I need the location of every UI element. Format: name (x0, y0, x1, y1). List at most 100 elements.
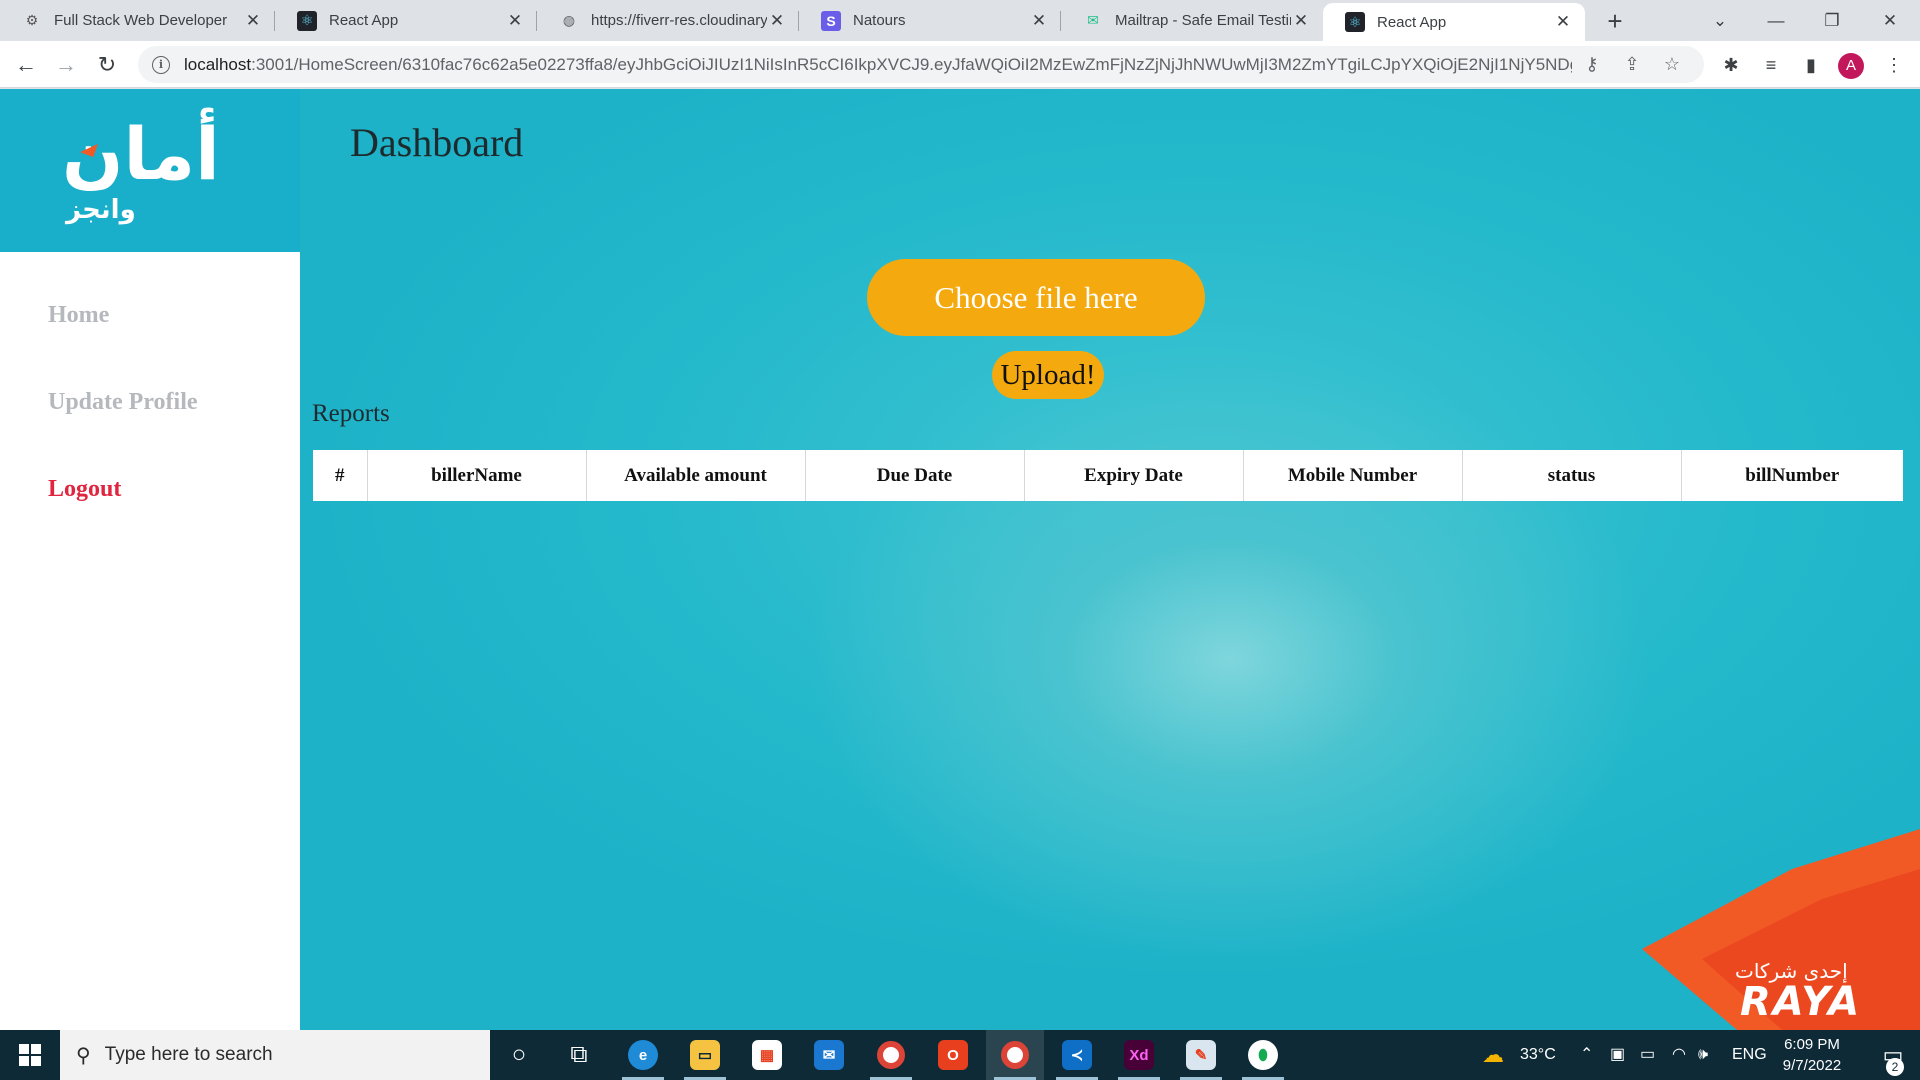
share-icon[interactable]: ⇪ (1612, 54, 1652, 75)
mailtrap-icon: ✉ (1087, 12, 1099, 28)
tab-title: Natours (853, 12, 906, 29)
column-header-due-date: Due Date (805, 450, 1025, 501)
tab-cloudinary[interactable]: ◍ https://fiverr-res.cloudinary ✕ (537, 0, 799, 41)
browser-toolbar: ← → ↻ i localhost:3001/HomeScreen/6310fa… (0, 41, 1920, 88)
sidebar-item-home[interactable]: Home (48, 302, 109, 329)
star-icon[interactable]: ☆ (1652, 54, 1692, 75)
site-info-icon[interactable]: i (152, 55, 170, 74)
side-panel-icon[interactable]: ▮ (1795, 49, 1827, 81)
volume-icon[interactable]: 🕪 (1698, 1030, 1708, 1080)
file-explorer-icon[interactable]: ▭ (676, 1030, 734, 1080)
mail-icon[interactable]: ✉ (800, 1030, 858, 1080)
close-icon[interactable]: ✕ (767, 11, 787, 31)
tab-fiverr[interactable]: ⚙ Full Stack Web Developer ✕ (0, 0, 275, 41)
column-header-mobile-number: Mobile Number (1243, 450, 1463, 501)
language-indicator[interactable]: ENG (1732, 1030, 1767, 1080)
weather-temperature[interactable]: 33°C (1520, 1030, 1556, 1080)
column-header-bill-number: billNumber (1745, 464, 1840, 486)
extensions-icon[interactable]: ✱ (1715, 49, 1747, 81)
new-tab-button[interactable]: + (1600, 6, 1630, 36)
tab-react-app-active[interactable]: ⚛ React App ✕ (1323, 3, 1585, 41)
clock-time: 6:09 PM (1784, 1036, 1840, 1053)
url-host: localhost (184, 54, 252, 74)
column-header-status: status (1462, 450, 1682, 501)
tab-title: React App (1377, 13, 1447, 31)
battery-icon[interactable]: ▭ (1640, 1030, 1655, 1080)
react-icon: ⚛ (297, 10, 317, 31)
url-text[interactable]: localhost:3001/HomeScreen/6310fac76c62a5… (184, 55, 1572, 75)
profile-avatar[interactable]: A (1838, 53, 1864, 79)
choose-file-button[interactable]: Choose file here (867, 259, 1205, 336)
paint-icon[interactable]: ✎ (1172, 1030, 1230, 1080)
table-header-row: # billerName Available amount Due Date E… (313, 450, 1903, 501)
close-icon[interactable]: ✕ (1029, 11, 1049, 31)
column-header-biller-name: billerName (367, 450, 587, 501)
chevron-up-icon[interactable]: ⌃ (1580, 1030, 1593, 1080)
tab-natours[interactable]: S Natours ✕ (799, 0, 1061, 41)
tab-title: Mailtrap - Safe Email Testin (1115, 12, 1291, 29)
url-path: :3001/HomeScreen/6310fac76c62a5e02273ffa… (251, 54, 1572, 74)
clock-date: 9/7/2022 (1782, 1057, 1842, 1074)
search-icon: ⚲ (76, 1044, 91, 1067)
close-icon[interactable]: ✕ (243, 11, 263, 31)
restore-button[interactable]: ❐ (1804, 0, 1860, 41)
close-icon[interactable]: ✕ (1291, 11, 1311, 31)
notification-count-badge: 2 (1886, 1058, 1904, 1076)
reports-heading: Reports (312, 400, 390, 427)
mongodb-compass-icon[interactable]: ⬮ (1234, 1030, 1292, 1080)
taskbar-clock[interactable]: 6:09 PM 9/7/2022 (1772, 1034, 1852, 1076)
reports-table-header: # billerName Available amount Due Date E… (313, 450, 1903, 501)
close-icon[interactable]: ✕ (505, 11, 525, 31)
taskbar-search-box[interactable]: ⚲ Type here to search (60, 1030, 490, 1080)
edge-icon[interactable]: e (614, 1030, 672, 1080)
fiverr-icon: ⚙ (25, 12, 39, 28)
media-control-icon[interactable]: ≡ (1755, 49, 1787, 81)
globe-icon: ◍ (562, 12, 576, 28)
sidebar: أمان وانجز Home Update Profile Logout (0, 89, 300, 1030)
browser-tab-strip: ⚙ Full Stack Web Developer ✕ ⚛ React App… (0, 0, 1920, 41)
weather-icon[interactable]: ☁ (1482, 1030, 1504, 1080)
store-icon[interactable]: ▦ (738, 1030, 796, 1080)
reports-table: # billerName Available amount Due Date E… (313, 450, 1903, 501)
page-title: Dashboard (350, 120, 524, 165)
raya-brand-logo: RAYA (1740, 979, 1862, 1025)
start-button[interactable] (0, 1030, 60, 1080)
windows-logo-icon (19, 1044, 41, 1066)
react-icon: ⚛ (1345, 12, 1365, 32)
vscode-icon[interactable]: ≺ (1048, 1030, 1106, 1080)
sidebar-item-update-profile[interactable]: Update Profile (48, 389, 198, 416)
close-window-button[interactable]: ✕ (1862, 0, 1918, 41)
close-icon[interactable]: ✕ (1553, 12, 1573, 32)
reload-icon[interactable]: ↻ (91, 49, 123, 81)
windows-taskbar: ⚲ Type here to search ○ ⧉ e ▭ ▦ ✉ O ≺ Xd… (0, 1030, 1920, 1080)
column-header-expiry-date: Expiry Date (1024, 450, 1244, 501)
task-view-icon[interactable]: ⧉ (550, 1030, 608, 1080)
tab-title: Full Stack Web Developer (54, 12, 228, 29)
adobe-xd-icon[interactable]: Xd (1110, 1030, 1168, 1080)
tab-mailtrap[interactable]: ✉ Mailtrap - Safe Email Testin ✕ (1061, 0, 1323, 41)
page-viewport: أمان وانجز Home Update Profile Logout Da… (0, 89, 1920, 1030)
kebab-menu-icon[interactable]: ⋮ (1878, 49, 1910, 81)
meet-now-icon[interactable]: ▣ (1610, 1030, 1625, 1080)
taskbar-search-placeholder: Type here to search (104, 1044, 273, 1065)
upload-button[interactable]: Upload! (992, 351, 1104, 399)
chrome-icon[interactable] (862, 1030, 920, 1080)
tab-search-chevron-icon[interactable]: ⌄ (1692, 0, 1748, 41)
key-icon[interactable]: ⚷ (1572, 54, 1612, 75)
logo-sub-text: وانجز (66, 195, 136, 225)
sidebar-item-logout[interactable]: Logout (48, 476, 121, 503)
natours-s-icon: S (821, 10, 841, 31)
tab-react-app-1[interactable]: ⚛ React App ✕ (275, 0, 537, 41)
back-arrow-icon[interactable]: ← (10, 49, 42, 81)
tab-title: React App (329, 12, 399, 29)
chrome-profile-icon[interactable] (986, 1030, 1044, 1080)
column-header-available-amount: Available amount (586, 450, 806, 501)
forward-arrow-icon[interactable]: → (50, 49, 82, 81)
office-icon[interactable]: O (924, 1030, 982, 1080)
address-bar[interactable]: i localhost:3001/HomeScreen/6310fac76c62… (138, 46, 1704, 83)
column-header-index: # (313, 450, 368, 501)
minimize-button[interactable]: — (1748, 0, 1804, 41)
cortana-icon[interactable]: ○ (490, 1030, 548, 1080)
tab-title: https://fiverr-res.cloudinary (591, 12, 767, 29)
wifi-icon[interactable]: ◠ (1672, 1030, 1686, 1080)
